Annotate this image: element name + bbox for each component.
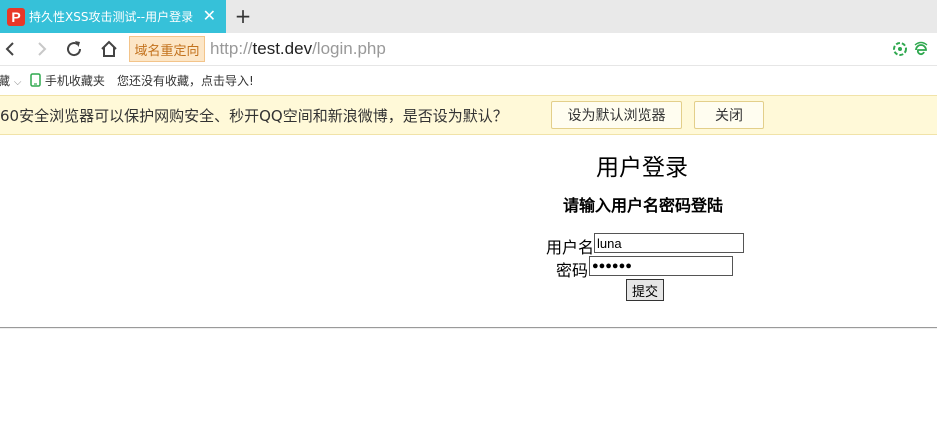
home-icon — [101, 40, 117, 57]
password-label: 密码 — [556, 261, 589, 280]
default-browser-infobar: 60安全浏览器可以保护网购安全、秒开QQ空间和新浪微博，是否设为默认？ 设为默认… — [0, 95, 937, 135]
url-host: test.dev — [252, 39, 313, 58]
infobar-close-button[interactable]: 关闭 — [694, 101, 764, 129]
bookmarks-bar: 藏 ⌵ 手机收藏夹 您还没有收藏，点击导入! — [0, 66, 937, 94]
url-scheme: http:// — [210, 39, 253, 58]
tab-title: 持久性XSS攻击测试--用户登录 — [29, 10, 194, 24]
reload-button[interactable] — [62, 37, 86, 61]
mobile-phone-icon — [30, 73, 41, 87]
ie-mode-icon[interactable] — [913, 41, 929, 57]
security-shield-icon[interactable] — [892, 41, 908, 57]
home-button[interactable] — [97, 37, 121, 61]
favorites-folder[interactable]: 藏 ⌵ — [0, 72, 21, 89]
favorites-folder-label: 藏 — [0, 74, 11, 88]
infobar-message: 60安全浏览器可以保护网购安全、秒开QQ空间和新浪微博，是否设为默认？ — [0, 107, 508, 125]
mobile-favorites[interactable]: 手机收藏夹 — [30, 72, 105, 89]
back-arrow-icon — [5, 42, 14, 56]
password-input[interactable]: ●●●●●● — [589, 256, 733, 276]
tab-bar: P 持久性XSS攻击测试--用户登录 ✕ + — [0, 0, 937, 33]
reload-icon — [67, 41, 82, 57]
url-path: /login.php — [312, 39, 386, 58]
navigation-bar: 域名重定向 http://test.dev/login.php — [0, 33, 937, 66]
login-subtitle: 请输入用户名密码登陆 — [563, 196, 724, 215]
mobile-favorites-label: 手机收藏夹 — [44, 74, 105, 88]
back-button[interactable] — [0, 37, 22, 61]
domain-redirect-badge[interactable]: 域名重定向 — [129, 36, 205, 62]
address-bar[interactable]: http://test.dev/login.php — [210, 39, 386, 61]
import-favorites-link[interactable]: 您还没有收藏，点击导入! — [117, 72, 254, 89]
site-favicon-icon: P — [7, 7, 25, 26]
username-input[interactable] — [594, 233, 744, 253]
username-label: 用户名 — [546, 238, 595, 257]
horizontal-divider — [0, 327, 937, 329]
toolbar-right-icons — [892, 41, 929, 59]
page-content: 用户登录 请输入用户名密码登陆 用户名 密码 ●●●●●● 提交 — [0, 135, 937, 421]
forward-arrow-icon — [38, 42, 47, 56]
page-title: 用户登录 — [596, 155, 688, 181]
new-tab-button[interactable]: + — [234, 4, 252, 28]
tab-close-icon[interactable]: ✕ — [203, 7, 216, 25]
chevron-down-icon: ⌵ — [13, 77, 22, 88]
submit-button[interactable]: 提交 — [626, 279, 664, 301]
set-default-browser-button[interactable]: 设为默认浏览器 — [551, 101, 682, 129]
active-tab[interactable]: P 持久性XSS攻击测试--用户登录 ✕ — [0, 0, 226, 33]
forward-button[interactable] — [30, 37, 54, 61]
